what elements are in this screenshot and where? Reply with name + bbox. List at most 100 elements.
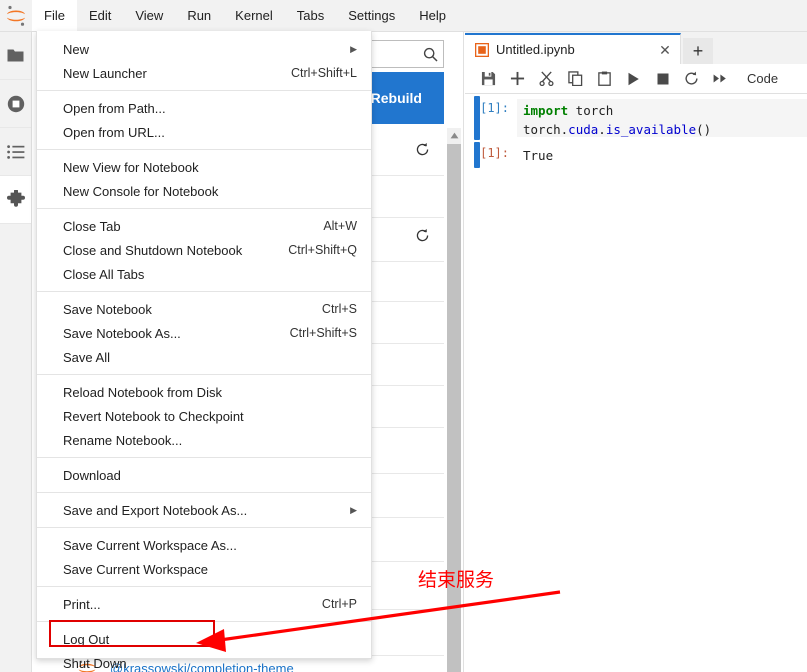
menu-item-log-out[interactable]: Log Out bbox=[37, 627, 371, 651]
cell-type-dropdown[interactable]: Code bbox=[747, 71, 778, 86]
sidebar-item-running-sessions[interactable] bbox=[0, 80, 31, 128]
rebuild-button[interactable]: Rebuild bbox=[371, 90, 422, 106]
sidebar-item-file-browser[interactable] bbox=[0, 32, 31, 80]
code-token-dot: . bbox=[598, 122, 606, 137]
chevron-right-icon: ▶ bbox=[350, 504, 357, 515]
menu-item-label: Close Tab bbox=[63, 218, 121, 234]
menu-item-label: Revert Notebook to Checkpoint bbox=[63, 408, 244, 424]
restart-kernel-button[interactable] bbox=[677, 66, 706, 92]
menu-item-label: Log Out bbox=[63, 631, 110, 647]
notebook-output-cell[interactable]: [1]: True bbox=[465, 142, 807, 172]
menu-view[interactable]: View bbox=[123, 0, 175, 31]
menu-item-revert-notebook-to-checkpoint[interactable]: Revert Notebook to Checkpoint bbox=[37, 404, 371, 428]
output-prompt: [1]: bbox=[480, 146, 509, 160]
menu-item-label: Save and Export Notebook As... bbox=[63, 502, 248, 518]
menu-item-close-tab[interactable]: Close Tab Alt+W bbox=[37, 214, 371, 238]
menu-item-open-from-path[interactable]: Open from Path... bbox=[37, 96, 371, 120]
menu-item-save-and-export-notebook-as[interactable]: Save and Export Notebook As... ▶ bbox=[37, 498, 371, 522]
notebook-input-cell[interactable]: [1]: import torch torch.cuda.is_availabl… bbox=[465, 94, 807, 142]
interrupt-kernel-button[interactable] bbox=[648, 66, 677, 92]
menu-item-new[interactable]: New ▶ bbox=[37, 37, 371, 61]
refresh-icon[interactable] bbox=[415, 228, 430, 248]
menu-edit[interactable]: Edit bbox=[77, 0, 123, 31]
folder-icon bbox=[7, 48, 24, 63]
menu-item-close-and-shutdown-notebook[interactable]: Close and Shutdown Notebook Ctrl+Shift+Q bbox=[37, 238, 371, 262]
menu-tabs[interactable]: Tabs bbox=[285, 0, 336, 31]
menu-item-label: New Console for Notebook bbox=[63, 183, 219, 199]
file-menu-popup[interactable]: New ▶ New Launcher Ctrl+Shift+L Open fro… bbox=[36, 31, 372, 671]
menu-settings[interactable]: Settings bbox=[336, 0, 407, 31]
menu-item-save-current-workspace-as[interactable]: Save Current Workspace As... bbox=[37, 533, 371, 557]
menu-item-save-current-workspace[interactable]: Save Current Workspace bbox=[37, 557, 371, 581]
annotation-label: 结束服务 bbox=[418, 569, 495, 591]
menu-item-shortcut: Ctrl+Shift+Q bbox=[288, 243, 357, 257]
code-token-parens: () bbox=[696, 122, 712, 137]
menu-item-reload-notebook-from-disk[interactable]: Reload Notebook from Disk bbox=[37, 380, 371, 404]
menu-item-save-notebook-as[interactable]: Save Notebook As... Ctrl+Shift+S bbox=[37, 321, 371, 345]
notebook-content: [1]: import torch torch.cuda.is_availabl… bbox=[465, 94, 807, 672]
run-cell-button[interactable] bbox=[619, 66, 648, 92]
cut-cell-button[interactable] bbox=[532, 66, 561, 92]
menu-item-open-from-url[interactable]: Open from URL... bbox=[37, 120, 371, 144]
notebook-icon bbox=[474, 42, 490, 57]
notebook-tab-bar: Untitled.ipynb ✕ + bbox=[465, 32, 807, 64]
menu-item-label: Close and Shutdown Notebook bbox=[63, 242, 243, 258]
menu-item-save-notebook[interactable]: Save Notebook Ctrl+S bbox=[37, 297, 371, 321]
main-menu-bar: File Edit View Run Kernel Tabs Settings … bbox=[0, 0, 807, 32]
menu-help[interactable]: Help bbox=[407, 0, 458, 31]
menu-item-label: Open from URL... bbox=[63, 124, 165, 140]
menu-item-new-view-for-notebook[interactable]: New View for Notebook bbox=[37, 155, 371, 179]
menu-item-label: Save All bbox=[63, 349, 110, 365]
menu-item-shortcut: Ctrl+Shift+L bbox=[290, 66, 357, 80]
paste-cell-button[interactable] bbox=[590, 66, 619, 92]
sidebar-item-command-palette[interactable] bbox=[0, 128, 31, 176]
menu-item-print[interactable]: Print... Ctrl+P bbox=[37, 592, 371, 616]
refresh-icon[interactable] bbox=[415, 142, 430, 162]
menu-kernel[interactable]: Kernel bbox=[223, 0, 285, 31]
menu-run[interactable]: Run bbox=[175, 0, 223, 31]
menu-item-label: Download bbox=[63, 467, 121, 483]
menu-item-new-console-for-notebook[interactable]: New Console for Notebook bbox=[37, 179, 371, 203]
menu-item-label: Close All Tabs bbox=[63, 266, 145, 282]
code-token-name: torch bbox=[523, 122, 561, 137]
menu-item-label: Shut Down bbox=[63, 655, 127, 671]
menu-item-label: New Launcher bbox=[63, 65, 147, 81]
menu-separator bbox=[37, 621, 371, 622]
code-editor[interactable]: import torch torch.cuda.is_available() bbox=[517, 99, 807, 137]
tab-untitled-ipynb[interactable]: Untitled.ipynb ✕ bbox=[465, 33, 681, 64]
copy-cell-button[interactable] bbox=[561, 66, 590, 92]
menu-item-save-all[interactable]: Save All bbox=[37, 345, 371, 369]
extension-panel-scrollbar-thumb[interactable] bbox=[447, 144, 461, 672]
menu-separator bbox=[37, 291, 371, 292]
menu-item-label: New bbox=[63, 41, 90, 57]
menu-item-download[interactable]: Download bbox=[37, 463, 371, 487]
save-button[interactable] bbox=[474, 66, 503, 92]
close-icon[interactable]: ✕ bbox=[656, 41, 674, 59]
menu-item-shortcut: Ctrl+Shift+S bbox=[289, 326, 357, 340]
new-tab-button[interactable]: + bbox=[683, 38, 713, 64]
menu-item-close-all-tabs[interactable]: Close All Tabs bbox=[37, 262, 371, 286]
menu-item-label: Open from Path... bbox=[63, 100, 166, 116]
stop-circle-icon bbox=[7, 95, 25, 113]
menu-item-label: Save Notebook bbox=[63, 301, 152, 317]
cell-active-bar bbox=[474, 142, 480, 168]
menu-item-shut-down[interactable]: Shut Down bbox=[37, 651, 371, 672]
restart-run-all-button[interactable] bbox=[706, 66, 735, 92]
insert-cell-button[interactable] bbox=[503, 66, 532, 92]
scroll-up-arrow-icon[interactable] bbox=[447, 128, 461, 143]
code-token-method: is_available bbox=[605, 122, 697, 137]
menu-item-label: Print... bbox=[63, 596, 101, 612]
menu-item-label: Rename Notebook... bbox=[63, 432, 183, 448]
code-token-module: torch bbox=[568, 103, 614, 118]
sidebar-item-extension-manager[interactable] bbox=[0, 176, 31, 224]
menu-separator bbox=[37, 492, 371, 493]
menu-separator bbox=[37, 586, 371, 587]
menu-item-label: Save Current Workspace bbox=[63, 561, 208, 577]
menu-item-label: Save Notebook As... bbox=[63, 325, 181, 341]
menu-file[interactable]: File bbox=[32, 0, 77, 31]
menu-item-new-launcher[interactable]: New Launcher Ctrl+Shift+L bbox=[37, 61, 371, 85]
menu-separator bbox=[37, 149, 371, 150]
search-icon[interactable] bbox=[417, 47, 443, 62]
list-icon bbox=[6, 144, 25, 159]
menu-item-rename-notebook[interactable]: Rename Notebook... bbox=[37, 428, 371, 452]
